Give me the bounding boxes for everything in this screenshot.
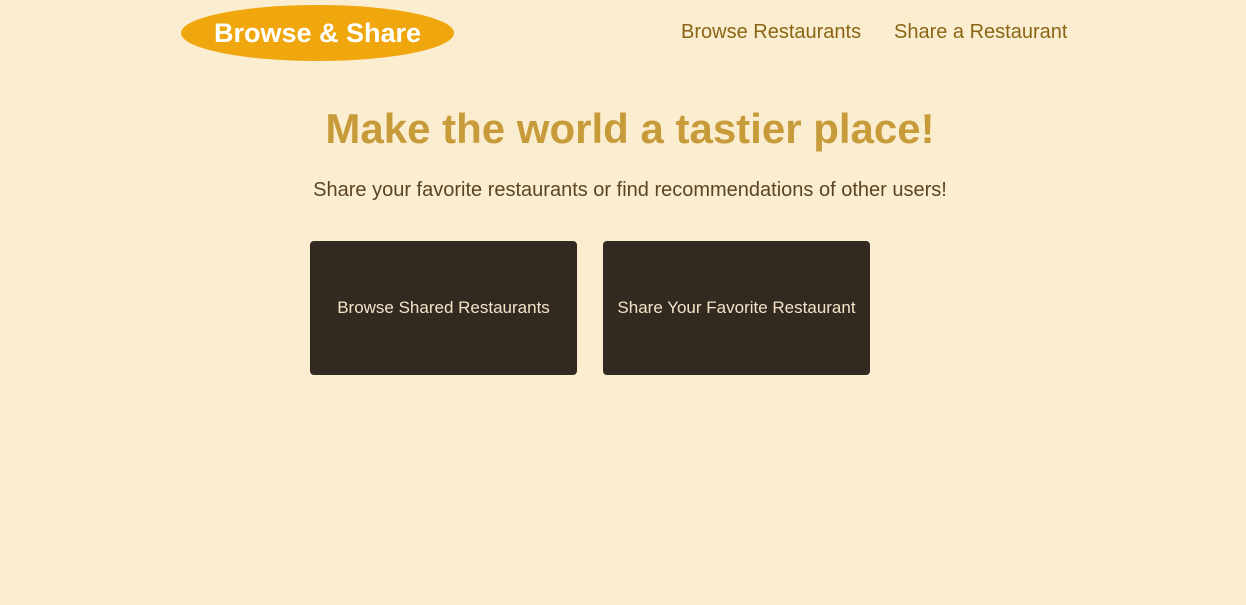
browse-shared-restaurants-button[interactable]: Browse Shared Restaurants <box>310 241 577 375</box>
page-title: Make the world a tastier place! <box>325 105 935 152</box>
page-subtitle: Share your favorite restaurants or find … <box>313 179 947 201</box>
share-favorite-restaurant-label: Share Your Favorite Restaurant <box>617 298 856 317</box>
logo-home-link[interactable]: Browse & Share <box>181 5 454 61</box>
site-header: Browse & Share Browse Restaurants Share … <box>0 0 1246 66</box>
browse-shared-restaurants-label: Browse Shared Restaurants <box>337 298 550 317</box>
share-favorite-restaurant-button[interactable]: Share Your Favorite Restaurant <box>603 241 870 375</box>
nav-browse-restaurants-link[interactable]: Browse Restaurants <box>681 20 861 44</box>
nav-share-restaurant-link[interactable]: Share a Restaurant <box>894 20 1067 44</box>
